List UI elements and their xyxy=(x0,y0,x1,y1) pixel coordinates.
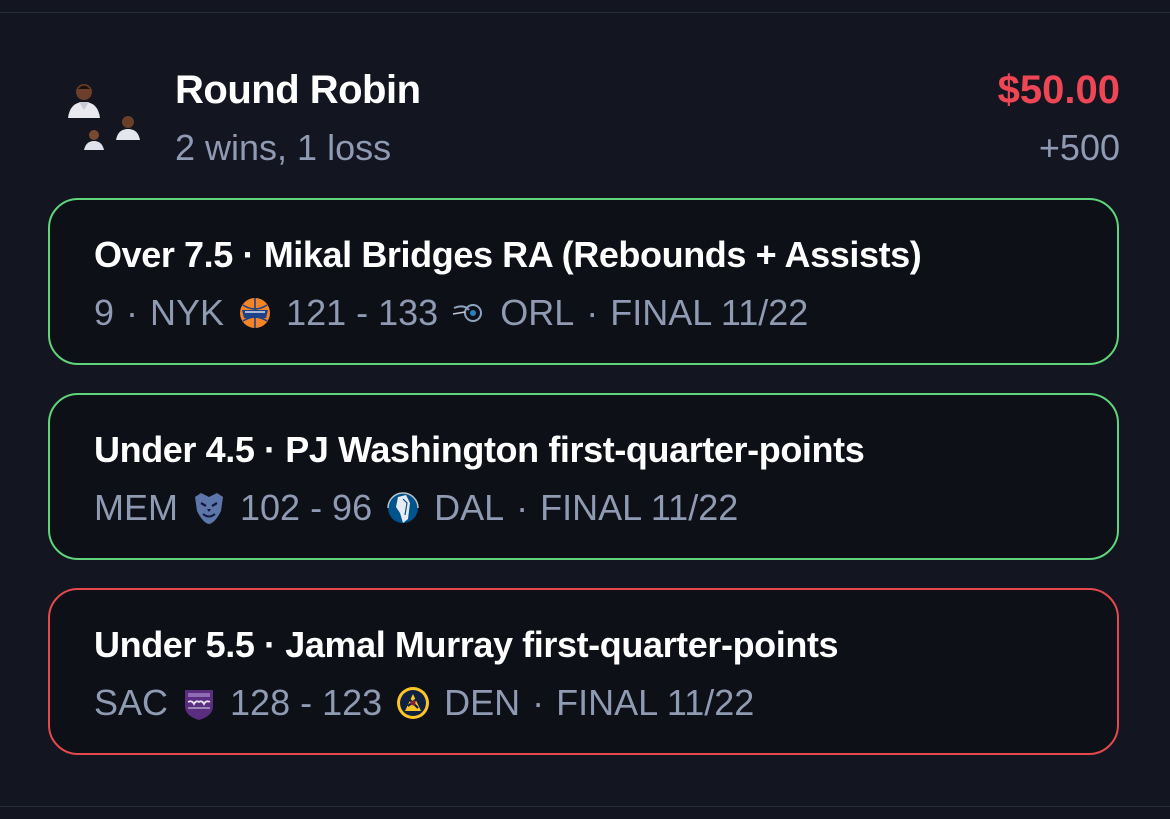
separator: · xyxy=(522,682,555,723)
bottom-divider xyxy=(0,806,1170,807)
bet-type-title: Round Robin xyxy=(175,68,421,112)
team-b-abbr: DEN xyxy=(444,682,521,723)
player-avatar-icon xyxy=(64,80,104,118)
leg-game-line: 9 · NYK 121 - 133 ORL · FINAL 11/22 xyxy=(94,292,808,334)
bet-odds: +500 xyxy=(1038,127,1120,168)
knicks-logo-icon xyxy=(236,294,274,332)
team-a-abbr: NYK xyxy=(150,292,225,333)
separator: · xyxy=(506,487,539,528)
stake-amount: $50.00 xyxy=(997,68,1120,112)
leg-title: Over 7.5 · Mikal Bridges RA (Rebounds + … xyxy=(94,234,922,275)
top-divider xyxy=(0,12,1170,13)
game-score: 102 - 96 xyxy=(240,487,373,528)
team-b-abbr: ORL xyxy=(500,292,575,333)
team-a-abbr: MEM xyxy=(94,487,178,528)
separator: · xyxy=(116,292,149,333)
leg-title: Under 5.5 · Jamal Murray first-quarter-p… xyxy=(94,624,839,665)
player-avatars xyxy=(62,80,146,152)
bet-record: 2 wins, 1 loss xyxy=(175,127,392,168)
team-a-abbr: SAC xyxy=(94,682,169,723)
bet-leg-card[interactable]: Over 7.5 · Mikal Bridges RA (Rebounds + … xyxy=(48,198,1119,365)
bet-slip-screen: Round Robin 2 wins, 1 loss $50.00 +500 O… xyxy=(0,0,1170,819)
nuggets-logo-icon xyxy=(394,684,432,722)
separator: · xyxy=(576,292,609,333)
bet-leg-card[interactable]: Under 4.5 · PJ Washington first-quarter-… xyxy=(48,393,1119,560)
game-status: FINAL 11/22 xyxy=(540,487,739,528)
game-score: 121 - 133 xyxy=(286,292,439,333)
game-score: 128 - 123 xyxy=(230,682,383,723)
leg-title: Under 4.5 · PJ Washington first-quarter-… xyxy=(94,429,865,470)
player-avatar-icon xyxy=(114,114,142,140)
stat-result: 9 xyxy=(94,292,115,333)
mavericks-logo-icon xyxy=(384,489,422,527)
player-avatar-icon xyxy=(82,128,106,150)
game-status: FINAL 11/22 xyxy=(610,292,809,333)
magic-logo-icon xyxy=(450,294,488,332)
leg-game-line: MEM 102 - 96 DAL · FINAL 11/22 xyxy=(94,487,738,529)
leg-game-line: SAC 128 - 123 DEN · FINAL 11/22 xyxy=(94,682,754,724)
team-b-abbr: DAL xyxy=(434,487,505,528)
kings-logo-icon xyxy=(180,684,218,722)
bet-leg-card[interactable]: Under 5.5 · Jamal Murray first-quarter-p… xyxy=(48,588,1119,755)
game-status: FINAL 11/22 xyxy=(556,682,755,723)
grizzlies-logo-icon xyxy=(190,489,228,527)
